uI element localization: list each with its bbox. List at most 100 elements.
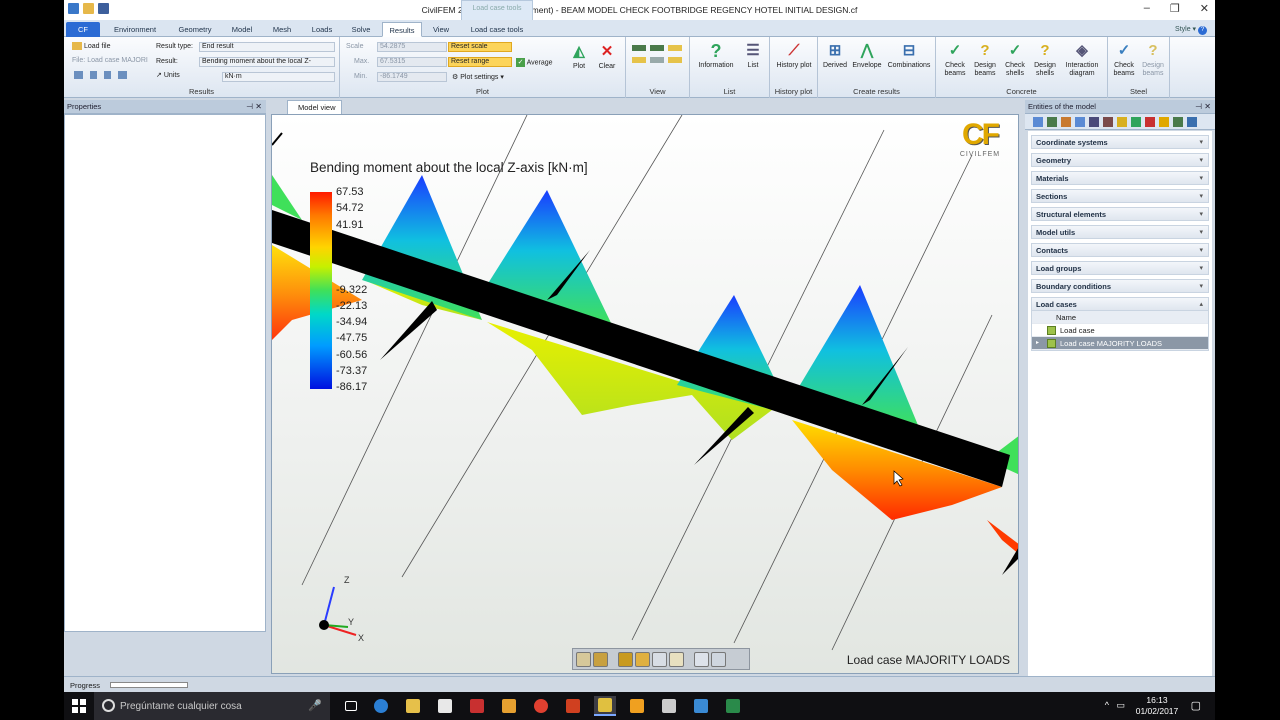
close-button[interactable]: ✕ xyxy=(1200,2,1209,15)
restore-button[interactable]: ❐ xyxy=(1170,2,1180,15)
entities-pin-close-icon[interactable]: ⊣ ✕ xyxy=(1195,100,1211,114)
entity-filter-icon-7[interactable] xyxy=(1117,116,1127,127)
design-shells-button[interactable]: ? Design shells xyxy=(1030,42,1060,78)
file-tab[interactable]: CF xyxy=(66,22,100,37)
view-rect-icon[interactable] xyxy=(668,45,682,51)
edit-tool-icon[interactable] xyxy=(593,651,608,667)
list-button[interactable]: ☰ List xyxy=(740,42,766,70)
entity-filter-icon-10[interactable] xyxy=(1159,116,1169,127)
steel-check-beams-button[interactable]: ✓ Check beams xyxy=(1110,42,1138,78)
entity-filter-icon-6[interactable] xyxy=(1103,116,1113,127)
combinations-button[interactable]: ⊟ Combinations xyxy=(884,42,934,70)
excel-icon[interactable] xyxy=(722,696,744,716)
tab-environment[interactable]: Environment xyxy=(104,22,166,37)
chrome-icon[interactable] xyxy=(530,696,552,716)
file-explorer-icon[interactable] xyxy=(402,696,424,716)
envelope-button[interactable]: ⋀ Envelope xyxy=(850,42,884,70)
section-load-groups[interactable]: Load groups ▾ xyxy=(1031,261,1209,275)
information-button[interactable]: ? Information xyxy=(692,42,740,70)
section-structural-elements[interactable]: Structural elements ▾ xyxy=(1031,207,1209,221)
minimize-button[interactable]: – xyxy=(1144,2,1150,15)
tab-results[interactable]: Results xyxy=(382,22,422,37)
fit-tool-icon[interactable] xyxy=(652,651,667,667)
pin-close-icon[interactable]: ⊣ ✕ xyxy=(246,100,262,114)
section-model-utils[interactable]: Model utils ▾ xyxy=(1031,225,1209,239)
help-icon[interactable]: ? xyxy=(1198,26,1207,35)
view-line-icon[interactable] xyxy=(650,45,664,51)
section-coordinate-systems[interactable]: Coordinate systems ▾ xyxy=(1031,135,1209,149)
plot-settings-button[interactable]: ⚙ Plot settings ▾ xyxy=(452,73,504,81)
table-row[interactable]: Load case xyxy=(1032,324,1208,337)
check-shells-button[interactable]: ✓ Check shells xyxy=(1000,42,1030,78)
section-load-cases[interactable]: Load cases ▴ xyxy=(1031,297,1209,311)
entity-filter-icon-4[interactable] xyxy=(1075,116,1085,127)
outlook-icon[interactable] xyxy=(498,696,520,716)
tab-load-case-tools[interactable]: Load case tools xyxy=(462,22,532,37)
section-geometry[interactable]: Geometry ▾ xyxy=(1031,153,1209,167)
entity-filter-icon-12[interactable] xyxy=(1187,116,1197,127)
next-frame-icon[interactable] xyxy=(103,71,111,79)
app-snowflake-icon[interactable] xyxy=(690,696,712,716)
entity-filter-icon-2[interactable] xyxy=(1047,116,1057,127)
interaction-diagram-button[interactable]: ◈ Interaction diagram xyxy=(1060,42,1104,78)
table-row-selected[interactable]: ▸ Load case MAJORITY LOADS xyxy=(1032,337,1208,350)
notifications-icon[interactable]: ▢ xyxy=(1191,699,1201,712)
app-orange-icon[interactable] xyxy=(626,696,648,716)
history-plot-button[interactable]: ⟋ History plot xyxy=(774,42,814,70)
view-pen-icon[interactable] xyxy=(632,45,646,51)
taskbar-search[interactable]: Pregúntame cualquier cosa 🎤 xyxy=(94,692,330,720)
microphone-icon[interactable]: 🎤 xyxy=(308,699,322,712)
camera-tool-icon[interactable] xyxy=(711,651,726,667)
section-materials[interactable]: Materials ▾ xyxy=(1031,171,1209,185)
first-frame-icon[interactable] xyxy=(74,71,83,79)
style-menu[interactable]: Style ▾ ? xyxy=(1175,25,1207,35)
store-icon[interactable] xyxy=(434,696,456,716)
tab-mesh[interactable]: Mesh xyxy=(264,22,300,37)
wire-tool-icon[interactable] xyxy=(635,651,650,667)
max-input[interactable]: 67.5315 xyxy=(377,57,447,67)
entity-filter-icon-3[interactable] xyxy=(1061,116,1071,127)
shade-tool-icon[interactable] xyxy=(618,651,633,667)
select-tool-icon[interactable] xyxy=(576,651,591,667)
min-input[interactable]: -86.1749 xyxy=(377,72,447,82)
derived-button[interactable]: ⊞ Derived xyxy=(820,42,850,70)
model-viewport[interactable]: Bending moment about the local Z-axis [k… xyxy=(271,114,1019,674)
tab-loads[interactable]: Loads xyxy=(304,22,340,37)
reset-scale-button[interactable]: Reset scale xyxy=(448,42,512,52)
measure-tool-icon[interactable] xyxy=(669,651,684,667)
prev-frame-icon[interactable] xyxy=(89,71,97,79)
tab-model[interactable]: Model xyxy=(224,22,260,37)
clock[interactable]: 16:13 01/02/2017 xyxy=(1135,695,1179,717)
result-type-select[interactable]: End result xyxy=(199,42,335,52)
concrete-design-beams-button[interactable]: ? Design beams xyxy=(970,42,1000,78)
civilfem-taskbar-icon[interactable] xyxy=(594,696,616,716)
network-icon[interactable]: ▭ xyxy=(1116,700,1125,711)
grid-tool-icon[interactable] xyxy=(694,651,709,667)
windows-start-icon[interactable] xyxy=(72,699,86,713)
edge-icon[interactable] xyxy=(370,696,392,716)
result-select[interactable]: Bending moment about the local Z- xyxy=(199,57,335,67)
tray-chevron-icon[interactable]: ^ xyxy=(1105,700,1109,710)
entity-filter-icon-1[interactable] xyxy=(1033,116,1043,127)
view-fill-icon[interactable] xyxy=(668,57,682,63)
app-red-icon[interactable] xyxy=(466,696,488,716)
last-frame-icon[interactable] xyxy=(117,71,127,79)
powerpoint-icon[interactable] xyxy=(562,696,584,716)
entity-filter-icon-11[interactable] xyxy=(1173,116,1183,127)
units-select[interactable]: kN·m xyxy=(222,72,335,82)
section-contacts[interactable]: Contacts ▾ xyxy=(1031,243,1209,257)
section-boundary-conditions[interactable]: Boundary conditions ▾ xyxy=(1031,279,1209,293)
plot-button[interactable]: ◭ Plot xyxy=(566,43,592,71)
clear-button[interactable]: ✕ Clear xyxy=(594,43,620,71)
average-checkbox[interactable]: ✓ Average xyxy=(516,58,553,67)
view-band-icon[interactable] xyxy=(632,57,646,63)
app-gray-icon[interactable] xyxy=(658,696,680,716)
model-view-tab[interactable]: Model view xyxy=(287,100,342,114)
scale-input[interactable]: 54.2875 xyxy=(377,42,447,52)
steel-design-beams-button[interactable]: ? Design beams xyxy=(1138,42,1168,78)
expand-arrow-icon[interactable]: ▸ xyxy=(1036,337,1039,350)
load-file-button[interactable]: Load file xyxy=(72,42,110,50)
entity-filter-icon-5[interactable] xyxy=(1089,116,1099,127)
entity-filter-icon-9[interactable] xyxy=(1145,116,1155,127)
taskview-icon[interactable] xyxy=(340,696,362,716)
